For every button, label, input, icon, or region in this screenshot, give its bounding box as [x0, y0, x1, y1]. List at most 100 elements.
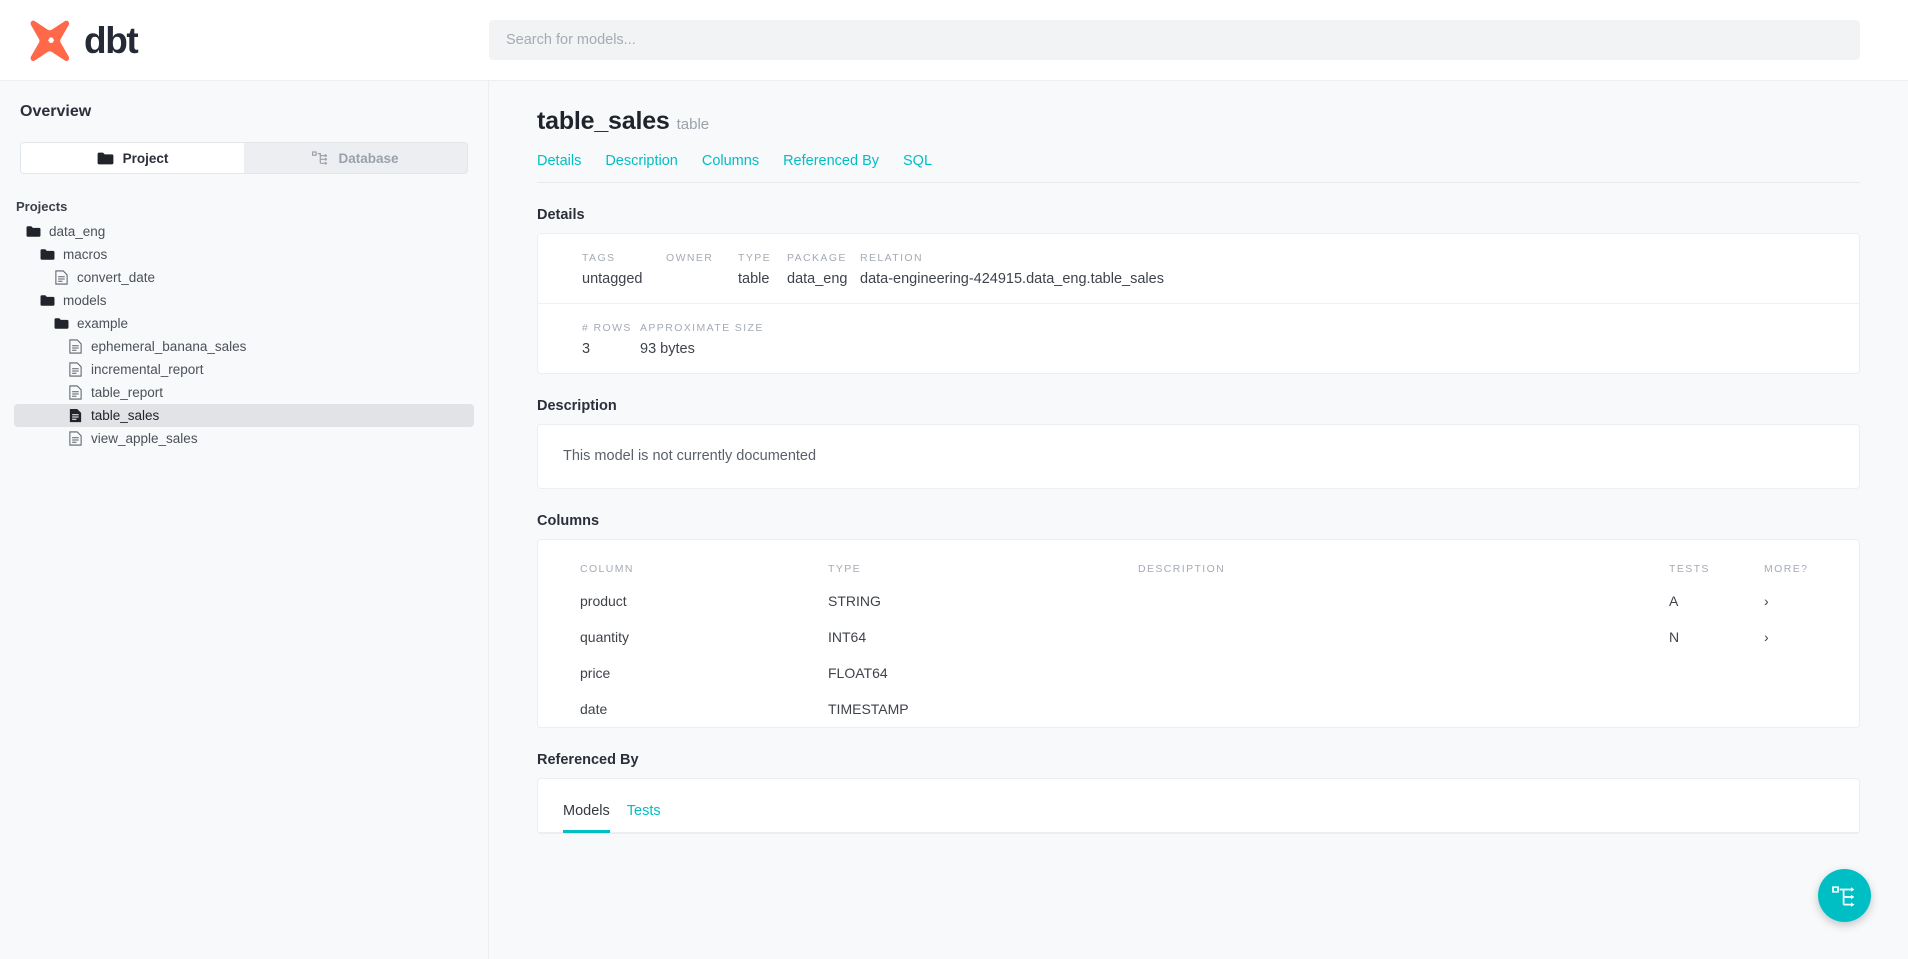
page-title: table_sales table — [537, 107, 1860, 136]
cell-tests — [1669, 655, 1764, 691]
details-row-stats: # Rows 3 Approximate Size 93 bytes — [538, 303, 1859, 373]
page-title-text: table_sales — [537, 107, 670, 135]
detail-label: Type — [738, 252, 772, 264]
tree-item-label: incremental_report — [91, 362, 204, 377]
tree-item-ephemeral_banana_sales[interactable]: ephemeral_banana_sales — [14, 335, 474, 358]
file-icon — [69, 362, 82, 377]
project-tree: Projects data_eng macros convert_date mo… — [0, 196, 488, 450]
tree-item-convert_date[interactable]: convert_date — [14, 266, 474, 289]
tree-item-example[interactable]: example — [14, 312, 474, 335]
section-nav: Details Description Columns Referenced B… — [537, 153, 1860, 183]
detail-value: data_eng — [787, 271, 848, 287]
detail-field-tags: Tags untagged — [582, 252, 666, 287]
table-row[interactable]: quantity INT64 N › — [538, 619, 1859, 655]
referenced-by-card: Models Tests — [537, 778, 1860, 834]
detail-label: Package — [787, 252, 847, 264]
main-content: table_sales table Details Description Col… — [489, 81, 1908, 959]
nav-link-description[interactable]: Description — [605, 153, 678, 169]
logo-wordmark: dbt — [84, 19, 139, 61]
sidebar: Overview Project Database Projects data_… — [0, 81, 489, 959]
detail-field-relation: Relation data-engineering-424915.data_en… — [860, 252, 1815, 287]
table-row[interactable]: date TIMESTAMP — [538, 691, 1859, 727]
dbt-logo[interactable]: dbt — [28, 19, 139, 61]
search-input[interactable] — [489, 20, 1860, 60]
column-header-column: Column — [580, 563, 634, 575]
file-icon — [69, 431, 82, 446]
project-database-toggle: Project Database — [20, 142, 468, 174]
column-header-type: Type — [828, 563, 862, 575]
cell-description — [1138, 655, 1669, 691]
nav-link-details[interactable]: Details — [537, 153, 581, 169]
detail-label: # Rows — [582, 322, 632, 334]
description-heading: Description — [537, 398, 617, 414]
dbt-x-logo-icon — [30, 20, 70, 61]
columns-card: Column Type Description Tests More? prod… — [537, 539, 1860, 728]
tree-item-label: view_apple_sales — [91, 431, 198, 446]
cell-type: STRING — [828, 593, 881, 609]
description-text: This model is not currently documented — [563, 448, 817, 464]
details-card: Tags untagged Owner Type table Package d… — [537, 233, 1860, 374]
file-icon — [69, 339, 82, 354]
folder-icon — [26, 226, 41, 237]
tab-models[interactable]: Models — [563, 803, 610, 833]
tree-item-models[interactable]: models — [14, 289, 474, 312]
tree-item-label: table_report — [91, 385, 164, 400]
cell-expand-chevron-icon[interactable]: › — [1764, 583, 1859, 619]
columns-table-head: Column Type Description Tests More? — [538, 540, 1859, 583]
tree-item-label: data_eng — [49, 224, 106, 239]
cell-expand-chevron-icon[interactable]: › — [1764, 619, 1859, 655]
referenced-by-body: Models Tests — [538, 779, 1859, 833]
toggle-project-button[interactable]: Project — [21, 143, 244, 173]
detail-label: Tags — [582, 252, 616, 264]
cell-column: date — [580, 701, 608, 717]
tab-tests[interactable]: Tests — [627, 803, 661, 833]
toggle-project-label: Project — [122, 150, 169, 166]
details-row-primary: Tags untagged Owner Type table Package d… — [538, 234, 1859, 303]
referenced-by-heading: Referenced By — [537, 752, 639, 768]
cell-type: FLOAT64 — [828, 665, 888, 681]
cell-expand-chevron-icon — [1764, 655, 1859, 691]
tree-item-view_apple_sales[interactable]: view_apple_sales — [14, 427, 474, 450]
tree-item-macros[interactable]: macros — [14, 243, 474, 266]
lineage-graph-button[interactable] — [1818, 869, 1871, 922]
detail-value: untagged — [582, 271, 643, 287]
cell-column: product — [580, 593, 627, 609]
logo-area: dbt — [0, 19, 489, 61]
referenced-by-tabs: Models Tests — [538, 803, 1859, 833]
column-header-description: Description — [1138, 563, 1226, 575]
search-area — [489, 20, 1908, 60]
toggle-database-button[interactable]: Database — [244, 143, 467, 173]
detail-field-type: Type table — [738, 252, 787, 287]
columns-table: Column Type Description Tests More? prod… — [538, 540, 1859, 727]
table-row[interactable]: price FLOAT64 — [538, 655, 1859, 691]
cell-tests — [1669, 691, 1764, 727]
tree-item-label: table_sales — [91, 408, 160, 423]
detail-field-approx-size: Approximate Size 93 bytes — [640, 322, 1815, 357]
tree-item-label: models — [63, 293, 107, 308]
tree-item-table_sales[interactable]: table_sales — [14, 404, 474, 427]
tree-item-incremental_report[interactable]: incremental_report — [14, 358, 474, 381]
tree-item-table_report[interactable]: table_report — [14, 381, 474, 404]
nav-link-columns[interactable]: Columns — [702, 153, 759, 169]
dbt-docs-app: dbt Overview Project — [0, 0, 1908, 959]
detail-label: Relation — [860, 252, 923, 264]
nav-link-sql[interactable]: SQL — [903, 153, 932, 169]
detail-value: 93 bytes — [640, 341, 695, 357]
toggle-database-label: Database — [338, 150, 399, 166]
column-header-tests: Tests — [1669, 563, 1710, 575]
tree-heading-projects: Projects — [16, 199, 68, 214]
columns-heading: Columns — [537, 513, 600, 529]
cell-tests: A — [1669, 593, 1679, 609]
cell-description — [1138, 619, 1669, 655]
cell-expand-chevron-icon — [1764, 691, 1859, 727]
detail-value: table — [738, 271, 770, 287]
table-row[interactable]: product STRING A › — [538, 583, 1859, 619]
top-bar: dbt — [0, 0, 1908, 81]
nav-link-referenced-by[interactable]: Referenced By — [783, 153, 879, 169]
tree-item-label: macros — [63, 247, 108, 262]
cell-column: quantity — [580, 629, 630, 645]
lineage-graph-icon — [1832, 885, 1855, 907]
tree-item-data_eng[interactable]: data_eng — [14, 220, 474, 243]
detail-label: Owner — [666, 252, 714, 264]
folder-icon — [40, 295, 55, 306]
